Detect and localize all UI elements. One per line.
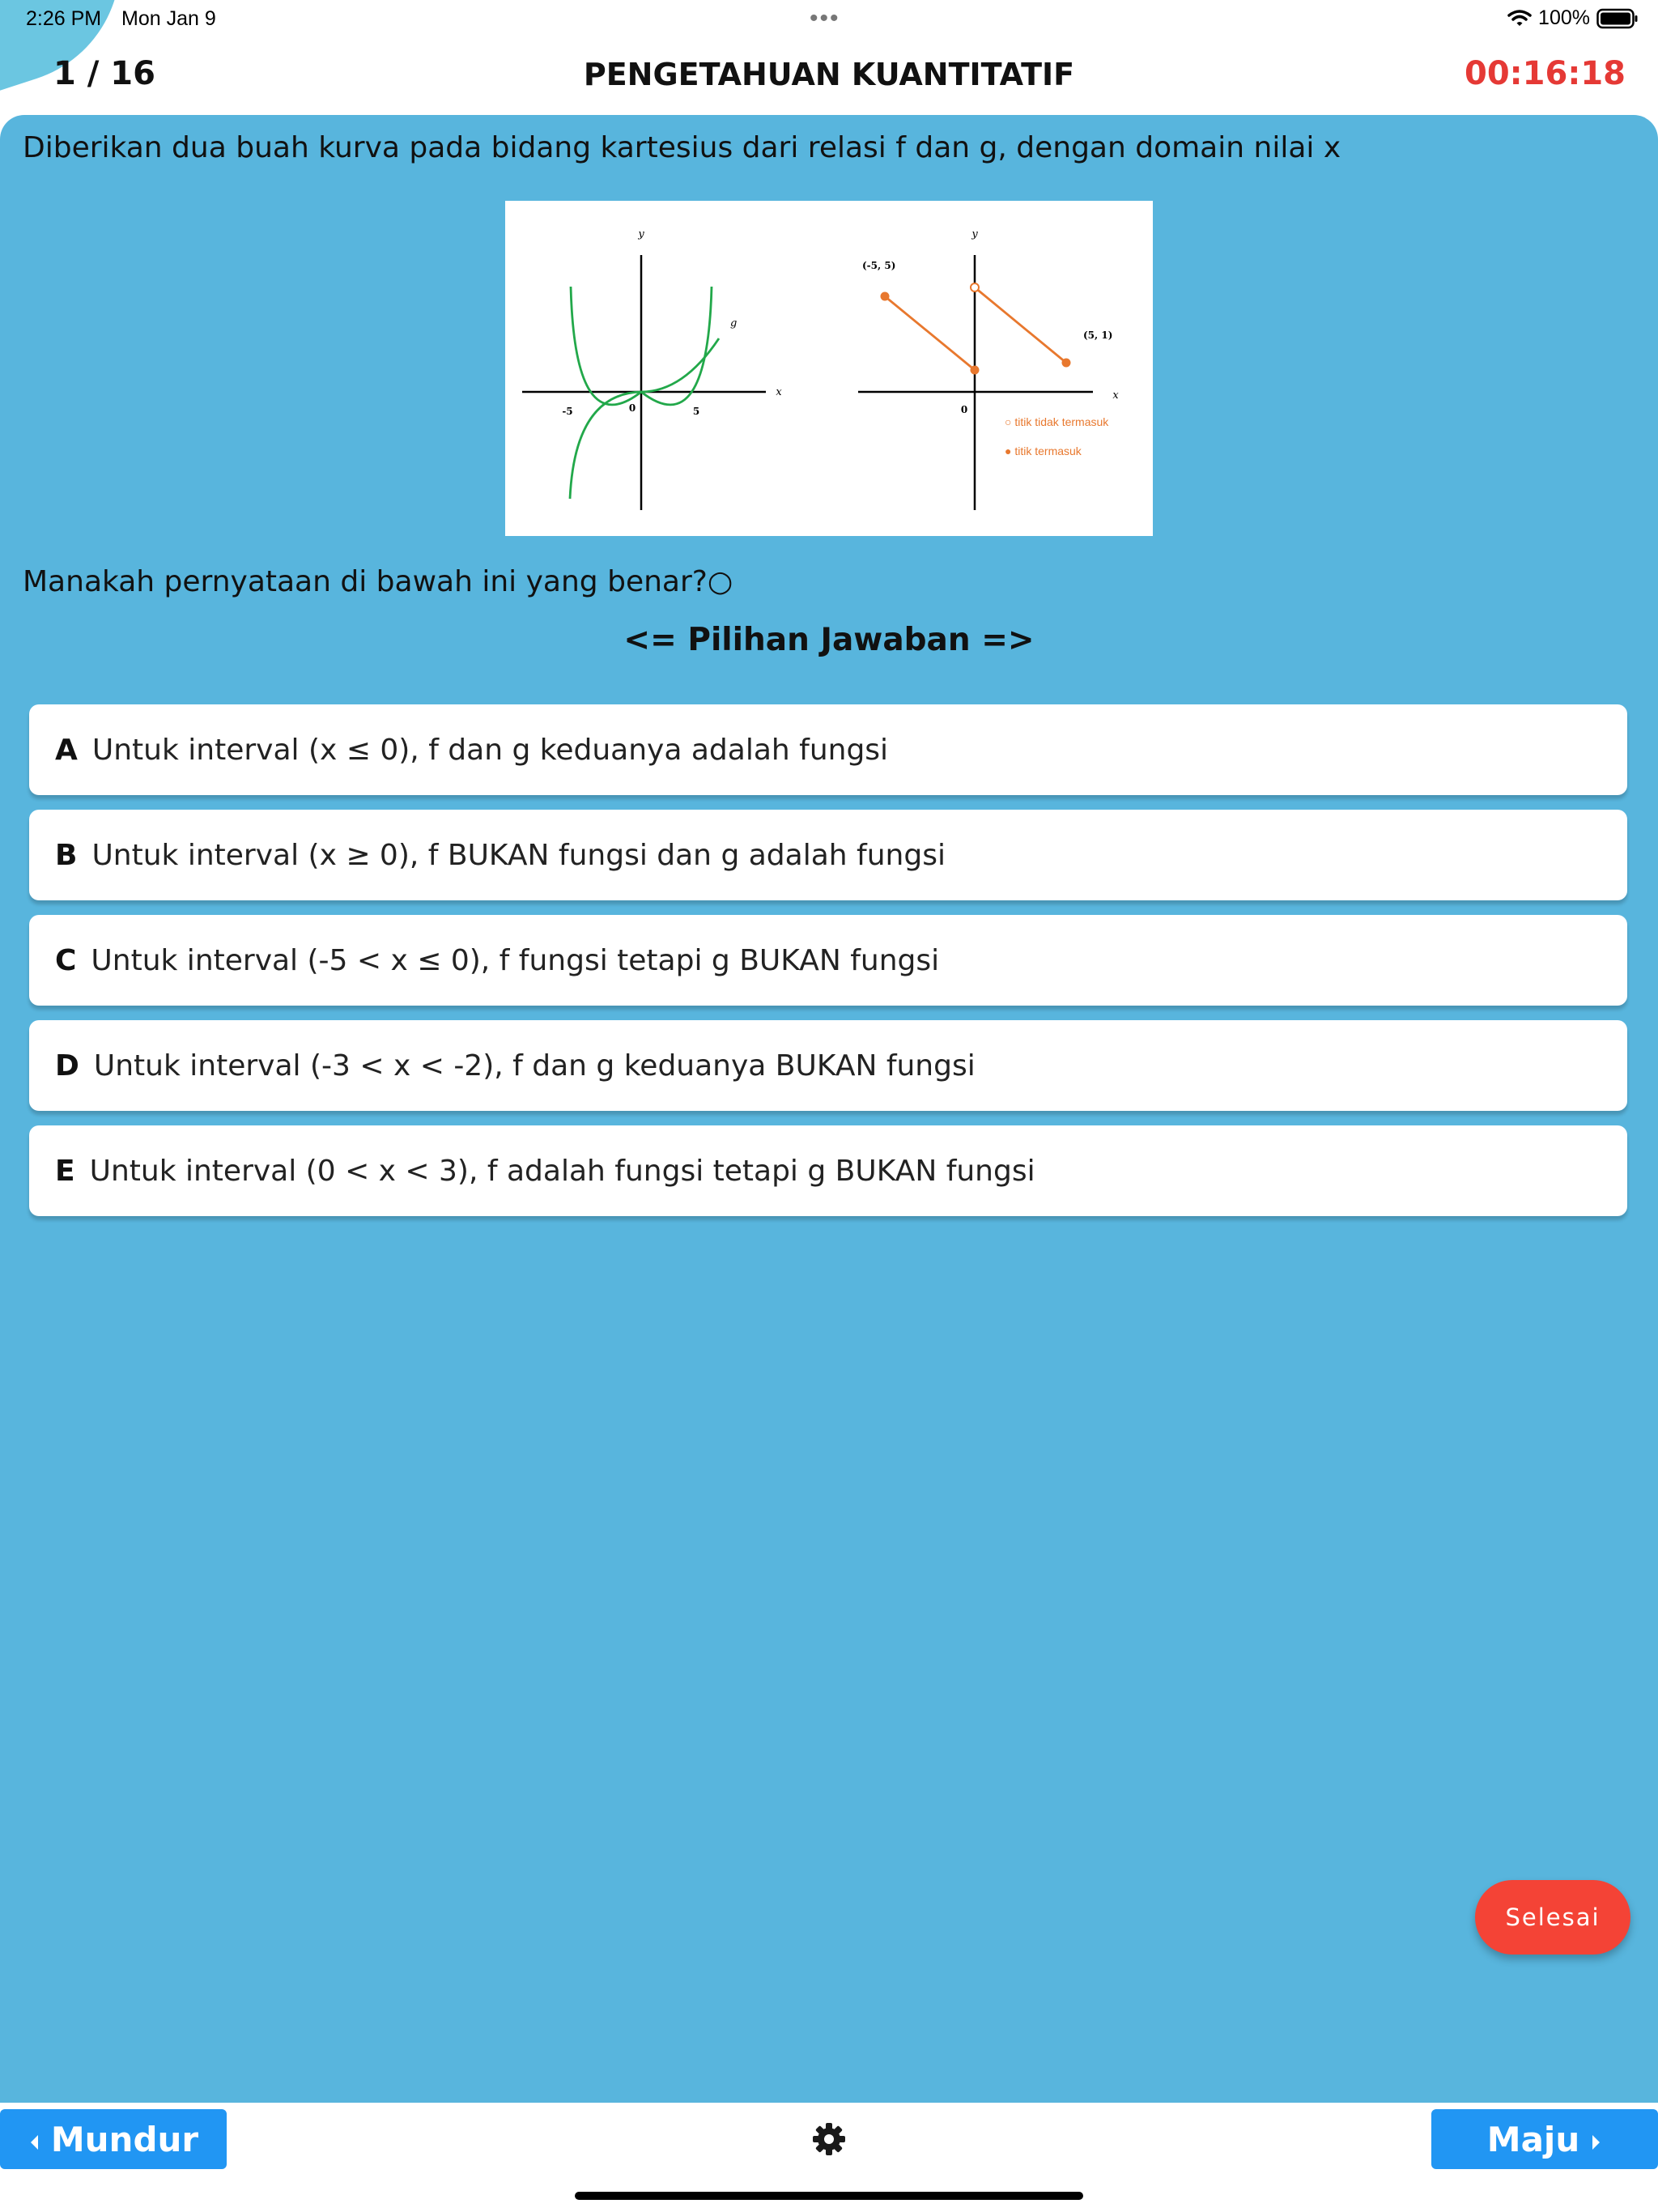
finish-button[interactable]: Selesai (1475, 1880, 1630, 1955)
tick-neg5: -5 (562, 406, 572, 417)
choice-letter: D (55, 1049, 79, 1083)
choice-e[interactable]: E Untuk interval (0 < x < 3), f adalah f… (29, 1125, 1627, 1216)
battery-icon (1596, 8, 1639, 29)
tick-5: 5 (693, 406, 699, 417)
legend-closed-point: ● titik termasuk (1005, 445, 1082, 457)
choices-header: <= Pilihan Jawaban => (623, 622, 1035, 658)
next-button[interactable]: Maju (1431, 2109, 1658, 2169)
multitasking-dots[interactable]: ••• (810, 5, 840, 32)
status-bar: 2:26 PM Mon Jan 9 ••• 100% (0, 0, 1658, 39)
question-figure: y x g -5 0 5 y x 0 (-5, 5) (5, 1) ○ titi… (505, 201, 1153, 536)
countdown-timer: 00:16:18 (1465, 55, 1626, 92)
question-prompt: Manakah pernyataan di bawah ini yang ben… (23, 565, 733, 598)
previous-button[interactable]: Mundur (0, 2109, 227, 2169)
choice-letter: E (55, 1154, 75, 1188)
left-x-label: x (776, 386, 782, 398)
graph-f-g: y x g -5 0 5 (522, 228, 782, 510)
wifi-icon (1507, 9, 1532, 28)
bottom-navigation: Mundur Maju (0, 2103, 1658, 2212)
choice-text: Untuk interval (x ≤ 0), f dan g keduanya… (91, 733, 889, 767)
closed-point (880, 291, 890, 301)
question-text: Diberikan dua buah kurva pada bidang kar… (23, 131, 1341, 164)
curve-g-label: g (730, 317, 737, 330)
choice-letter: B (55, 838, 78, 872)
status-time: 2:26 PM (26, 7, 102, 30)
curve-f (568, 338, 721, 500)
graph-line-segments: y x 0 (-5, 5) (5, 1) ○ titik tidak terma… (858, 228, 1119, 510)
choice-text: Untuk interval (-5 < x ≤ 0), f fungsi te… (91, 943, 940, 977)
section-title: PENGETAHUAN KUANTITATIF (583, 57, 1075, 92)
choice-text: Untuk interval (-3 < x < -2), f dan g ke… (93, 1049, 976, 1083)
right-y-label: y (971, 228, 978, 240)
status-date: Mon Jan 9 (121, 7, 216, 30)
home-indicator[interactable] (575, 2192, 1083, 2200)
choice-d[interactable]: D Untuk interval (-3 < x < -2), f dan g … (29, 1020, 1627, 1111)
legend-open-point: ○ titik tidak termasuk (1005, 415, 1109, 428)
next-label: Maju (1486, 2119, 1580, 2159)
choice-b[interactable]: B Untuk interval (x ≥ 0), f BUKAN fungsi… (29, 810, 1627, 900)
quiz-header: 1 / 16 PENGETAHUAN KUANTITATIF 00:16:18 (0, 45, 1658, 110)
battery-percent: 100% (1538, 6, 1590, 29)
open-point (970, 283, 980, 292)
closed-point (970, 365, 980, 375)
choice-text: Untuk interval (0 < x < 3), f adalah fun… (89, 1154, 1035, 1188)
question-panel: Diberikan dua buah kurva pada bidang kar… (0, 115, 1658, 2103)
choice-letter: A (55, 733, 78, 767)
tick-0-left: 0 (629, 402, 636, 414)
chevron-left-icon (28, 2120, 40, 2159)
previous-label: Mundur (50, 2119, 199, 2159)
choice-c[interactable]: C Untuk interval (-5 < x ≤ 0), f fungsi … (29, 915, 1627, 1006)
choice-letter: C (55, 943, 77, 977)
gear-icon[interactable] (810, 2121, 848, 2161)
chevron-right-icon (1591, 2120, 1602, 2159)
choice-a[interactable]: A Untuk interval (x ≤ 0), f dan g keduan… (29, 704, 1627, 795)
right-origin-label: 0 (961, 404, 967, 415)
point-b-label: (5, 1) (1083, 330, 1112, 341)
left-y-label: y (637, 228, 644, 240)
segment-left (884, 295, 976, 372)
point-a-label: (-5, 5) (862, 260, 895, 271)
right-x-label: x (1112, 389, 1119, 402)
choice-text: Untuk interval (x ≥ 0), f BUKAN fungsi d… (91, 838, 946, 872)
status-indicators: 100% (1507, 6, 1639, 30)
segment-right (974, 286, 1067, 364)
closed-point (1061, 358, 1071, 368)
